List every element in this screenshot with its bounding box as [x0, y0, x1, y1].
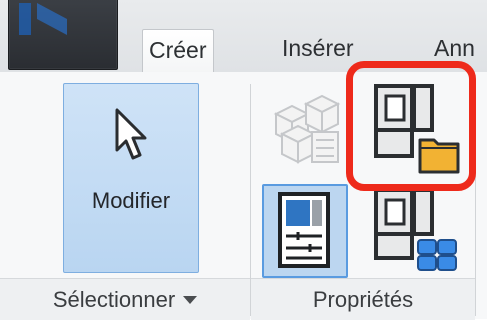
panel-title-properties[interactable]: Propriétés: [251, 278, 475, 320]
tab-creer[interactable]: Créer: [142, 29, 214, 73]
properties-palette-icon: [278, 192, 330, 268]
panel-title-select[interactable]: Sélectionner: [0, 278, 250, 320]
project-browser-button[interactable]: [362, 184, 462, 274]
project-browser-icon: [374, 188, 457, 271]
chevron-down-icon: [183, 296, 198, 304]
tab-inserer[interactable]: Insérer: [276, 26, 360, 70]
panel-title-select-label: Sélectionner: [52, 287, 176, 312]
type-properties-icon: [273, 94, 341, 164]
type-properties-button[interactable]: [262, 88, 342, 168]
application-menu-button[interactable]: [8, 0, 118, 70]
app-logo-icon: [19, 3, 67, 35]
highlight-box: [346, 61, 476, 191]
revit-ribbon: Créer Insérer Ann Modifier Sélectionner: [0, 0, 487, 320]
modify-button[interactable]: Modifier: [63, 83, 199, 273]
modify-button-label: Modifier: [91, 188, 171, 213]
cursor-arrow-icon: [115, 108, 147, 160]
properties-palette-button[interactable]: [262, 184, 348, 278]
